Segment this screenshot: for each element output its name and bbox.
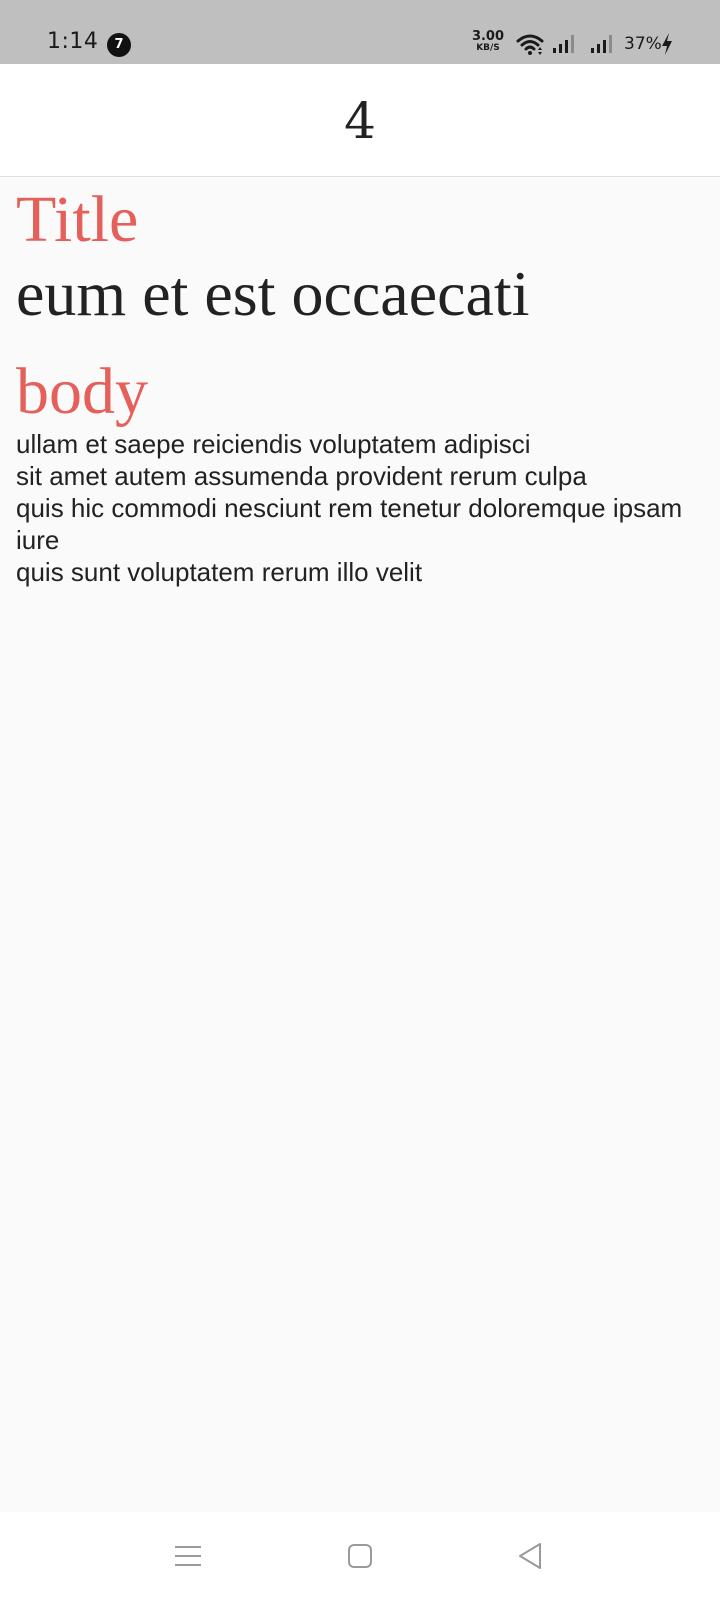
post-detail: Title eum et est occaecati body ullam et…	[16, 186, 706, 588]
app-bar: 4	[0, 64, 720, 177]
menu-icon	[175, 1546, 201, 1566]
network-speed-value: 3.00	[471, 29, 505, 44]
status-bar: 1:14 7 3.00 KB/S 37%	[0, 0, 720, 64]
charging-bolt-icon	[662, 33, 672, 55]
page-title: 4	[344, 92, 376, 150]
home-button[interactable]	[336, 1532, 384, 1580]
notification-count-badge: 7	[107, 33, 131, 57]
signal-icon	[553, 35, 574, 53]
post-body: ullam et saepe reiciendis voluptatem adi…	[16, 429, 683, 587]
back-icon	[519, 1543, 541, 1569]
battery-percentage: 37%	[624, 34, 662, 54]
post-title: eum et est occaecati	[16, 258, 530, 329]
wifi-icon	[516, 34, 544, 55]
recent-apps-button[interactable]	[164, 1532, 212, 1580]
home-icon	[348, 1544, 372, 1568]
network-speed-unit: KB/S	[476, 43, 500, 53]
network-speed: 3.00 KB/S	[470, 30, 506, 53]
title-label: Title	[16, 183, 139, 256]
status-time: 1:14	[47, 29, 99, 54]
back-button[interactable]	[506, 1532, 554, 1580]
body-label: body	[16, 355, 148, 428]
system-nav-bar	[0, 1512, 720, 1600]
signal-icon	[591, 35, 612, 53]
